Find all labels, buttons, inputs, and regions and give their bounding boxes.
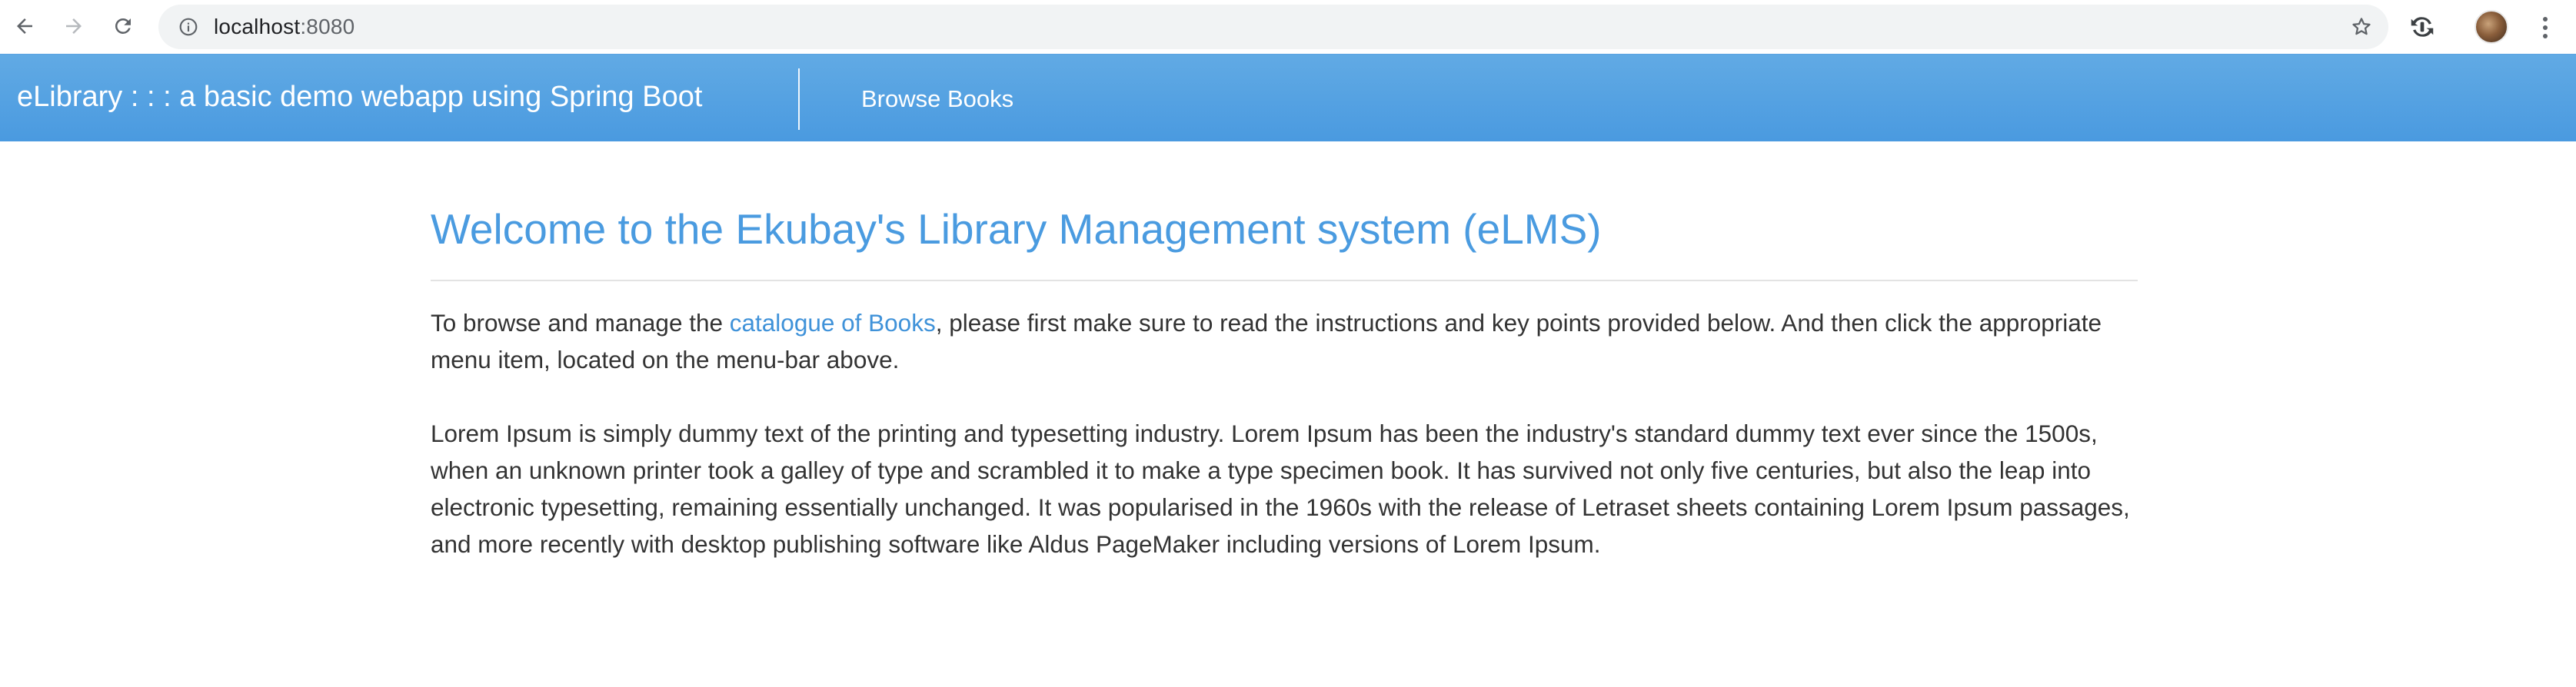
intro-paragraph: To browse and manage the catalogue of Bo… xyxy=(431,304,2138,378)
url-host: localhost xyxy=(214,15,301,38)
info-icon[interactable] xyxy=(177,15,200,38)
reload-icon[interactable] xyxy=(108,11,138,41)
extension-sync-icon[interactable] xyxy=(2408,12,2437,41)
navbar-brand[interactable]: eLibrary : : : a basic demo webapp using… xyxy=(17,81,702,114)
navbar-divider xyxy=(798,68,800,130)
bookmark-star-icon[interactable] xyxy=(2350,15,2373,38)
url-text: localhost:8080 xyxy=(214,15,354,39)
intro-prefix: To browse and manage the xyxy=(431,309,730,337)
kebab-menu-icon[interactable] xyxy=(2530,12,2561,43)
back-arrow-icon[interactable] xyxy=(9,11,40,41)
app-navbar: eLibrary : : : a basic demo webapp using… xyxy=(0,54,2576,141)
address-bar[interactable]: localhost:8080 xyxy=(158,5,2388,49)
page-title: Welcome to the Ekubay's Library Manageme… xyxy=(431,205,1602,253)
title-divider xyxy=(431,280,2138,281)
url-port: :8080 xyxy=(300,15,355,38)
profile-avatar[interactable] xyxy=(2474,10,2508,44)
forward-arrow-icon[interactable] xyxy=(58,11,89,41)
browser-toolbar: localhost:8080 xyxy=(0,0,2576,54)
catalogue-link[interactable]: catalogue of Books xyxy=(730,309,936,337)
lorem-paragraph: Lorem Ipsum is simply dummy text of the … xyxy=(431,420,2130,558)
nav-browse-books[interactable]: Browse Books xyxy=(861,85,1013,113)
